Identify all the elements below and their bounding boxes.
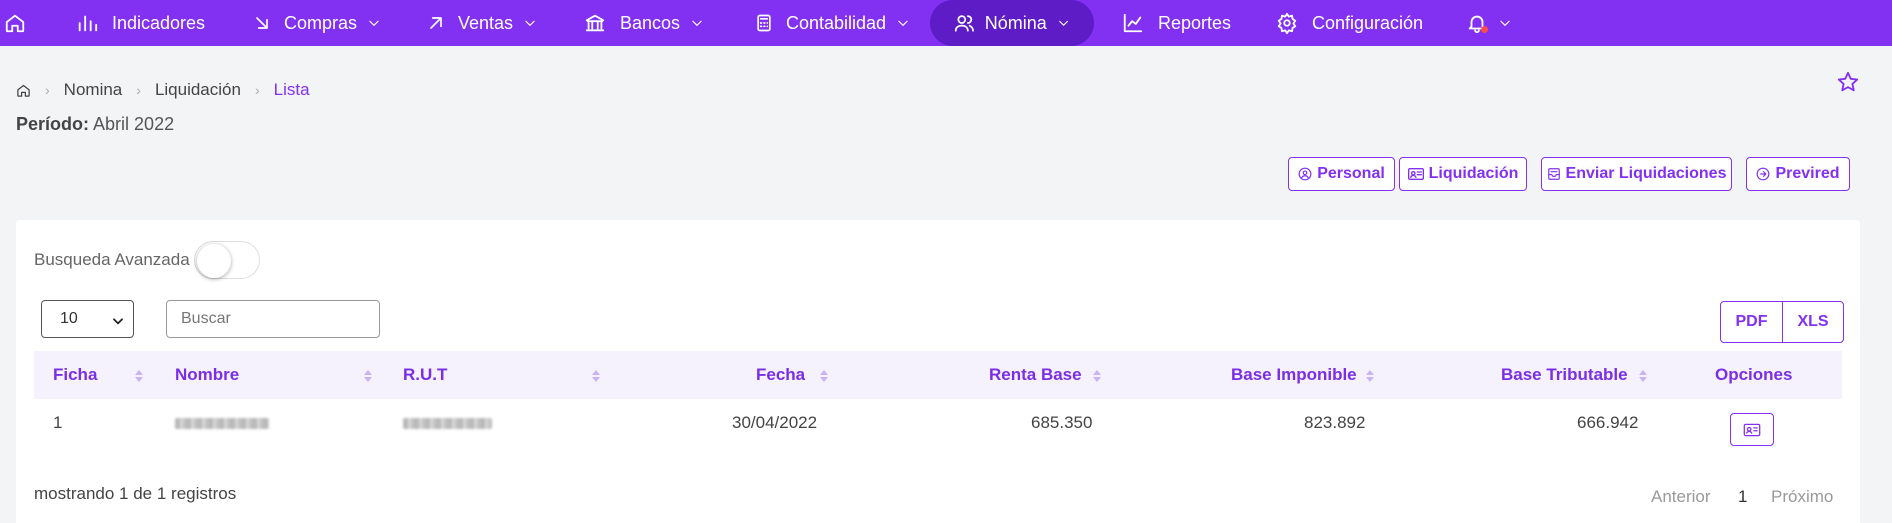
calculator-icon (757, 14, 771, 32)
home-icon[interactable] (4, 0, 26, 46)
sort-icon[interactable] (1638, 369, 1648, 383)
search-input[interactable] (166, 300, 380, 338)
nav-item-contabilidad[interactable]: Contabilidad (754, 0, 910, 46)
pagination-prev[interactable]: Anterior (1651, 487, 1711, 507)
column-header-renta-base[interactable]: Renta Base (989, 351, 1082, 399)
bar-chart-icon (78, 15, 98, 32)
liquidacion-button[interactable]: Liquidación (1399, 157, 1527, 191)
chevron-down-icon (369, 20, 379, 26)
gear-icon (1277, 12, 1297, 34)
nav-label: Indicadores (112, 12, 206, 33)
star-icon[interactable] (1837, 71, 1859, 93)
arrow-circle-right-icon (1757, 167, 1770, 181)
xls-button[interactable]: XLS (1782, 302, 1843, 342)
chevron-down-icon (1058, 20, 1068, 26)
chevron-right-icon: › (45, 82, 50, 98)
column-header-base-tributable[interactable]: Base Tributable (1501, 351, 1628, 399)
id-card-icon (1743, 423, 1761, 436)
redacted-rut (403, 418, 492, 429)
nav-item-compras[interactable]: Compras (252, 0, 381, 46)
sort-icon[interactable] (1365, 369, 1375, 383)
column-header-nombre[interactable]: Nombre (175, 351, 239, 399)
column-header-rut[interactable]: R.U.T (403, 351, 447, 399)
enviar-liquidaciones-label: Enviar Liquidaciones (1565, 165, 1727, 182)
page-size-select[interactable]: 10 (41, 300, 134, 338)
chevron-right-icon: › (136, 82, 141, 98)
column-header-opciones: Opciones (1715, 365, 1793, 384)
previred-label: Previred (1775, 165, 1840, 182)
nav-label: Reportes (1158, 12, 1232, 33)
cell-base-imponible: 823.892 (1304, 413, 1366, 432)
nav-item-reportes[interactable]: Reportes (1122, 0, 1231, 46)
personal-label: Personal (1317, 165, 1385, 182)
page-size-value: 10 (60, 310, 78, 327)
bank-icon (585, 14, 605, 32)
breadcrumb-item-nomina[interactable]: Nomina (64, 80, 123, 100)
enviar-liquidaciones-button[interactable]: Enviar Liquidaciones (1541, 157, 1732, 191)
sort-icon[interactable] (1092, 369, 1102, 383)
nav-item-nomina[interactable]: Nómina (930, 0, 1094, 46)
nav-label: Compras (284, 12, 358, 33)
user-circle-icon (1298, 167, 1312, 181)
chevron-down-icon (898, 20, 908, 26)
view-liquidacion-button[interactable] (1730, 413, 1774, 446)
sort-icon[interactable] (819, 369, 829, 383)
breadcrumb-item-liquidacion[interactable]: Liquidación (155, 80, 241, 100)
toggle-knob (197, 244, 231, 278)
mail-box-icon (1547, 168, 1560, 180)
liquidacion-label: Liquidación (1428, 165, 1519, 182)
breadcrumb: › Nomina › Liquidación › Lista (16, 80, 310, 100)
nav-item-bancos[interactable]: Bancos (584, 0, 704, 46)
nav-label: Nómina (984, 12, 1047, 33)
sort-icon[interactable] (591, 369, 601, 383)
period-value: Abril 2022 (93, 114, 175, 134)
pdf-button[interactable]: PDF (1721, 302, 1782, 342)
line-chart-icon (1123, 13, 1143, 33)
id-card-icon (1407, 168, 1424, 180)
advanced-search-label: Busqueda Avanzada (34, 250, 190, 269)
nav-item-indicadores[interactable]: Indicadores (76, 0, 205, 46)
chevron-down-icon (525, 20, 535, 26)
chevron-down-icon (1500, 20, 1510, 26)
nav-label: Contabilidad (786, 12, 887, 33)
pagination-page-1[interactable]: 1 (1738, 487, 1747, 507)
redacted-nombre (175, 418, 269, 429)
nav-label: Bancos (620, 12, 681, 33)
records-summary: mostrando 1 de 1 registros (34, 484, 237, 503)
previred-button[interactable]: Previred (1746, 157, 1850, 191)
sort-icon[interactable] (363, 369, 373, 383)
nav-label: Configuración (1312, 12, 1424, 33)
breadcrumb-current: Lista (273, 80, 310, 99)
column-header-ficha[interactable]: Ficha (53, 351, 97, 399)
arrow-up-right-icon (430, 17, 442, 29)
cell-fecha: 30/04/2022 (732, 413, 818, 432)
advanced-search-toggle[interactable] (194, 241, 260, 279)
personal-button[interactable]: Personal (1288, 157, 1395, 191)
export-button-group: PDF XLS (1720, 301, 1844, 343)
period-label: Período: Abril 2022 (16, 114, 174, 135)
period-title: Período: (16, 114, 90, 134)
notification-dot (1481, 26, 1488, 33)
pagination-next[interactable]: Próximo (1771, 487, 1833, 507)
notifications-button[interactable] (1466, 0, 1512, 46)
chevron-down-icon (113, 318, 123, 325)
column-header-fecha[interactable]: Fecha (756, 351, 805, 399)
cell-base-tributable: 666.942 (1577, 413, 1639, 432)
top-navbar: Indicadores Compras Ventas Bancos Contab… (0, 0, 1892, 46)
column-header-base-imponible[interactable]: Base Imponible (1231, 351, 1357, 399)
nav-label: Ventas (458, 12, 514, 33)
chevron-down-icon (692, 20, 702, 26)
nav-item-configuracion[interactable]: Configuración (1276, 0, 1423, 46)
chevron-right-icon: › (254, 82, 260, 98)
cell-ficha: 1 (53, 413, 63, 432)
users-icon (954, 15, 974, 32)
home-icon[interactable] (16, 83, 31, 98)
sort-icon[interactable] (134, 369, 144, 383)
nav-item-ventas[interactable]: Ventas (426, 0, 537, 46)
cell-renta-base: 685.350 (1031, 413, 1093, 432)
arrow-down-right-icon (256, 17, 268, 29)
